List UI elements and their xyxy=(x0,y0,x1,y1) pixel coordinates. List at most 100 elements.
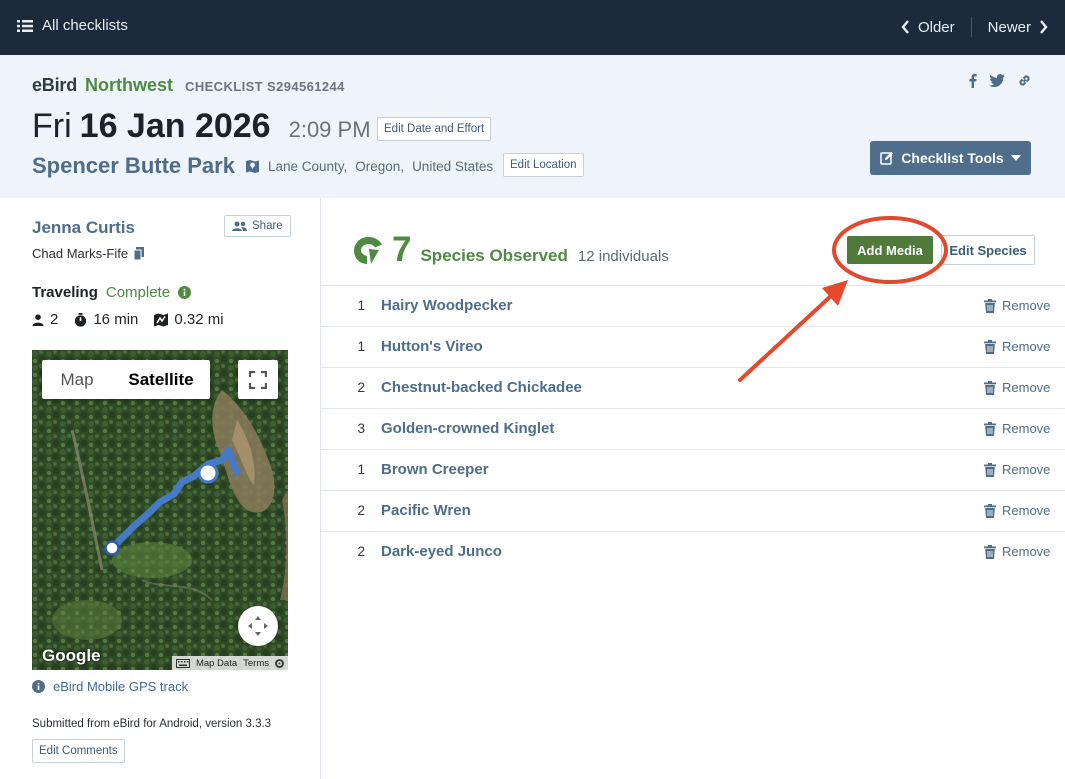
species-summary: 7 Species Observed 12 individuals xyxy=(353,230,669,270)
gps-track-info: eBird Mobile GPS track xyxy=(32,679,188,694)
ebird-logo[interactable]: eBird xyxy=(32,75,77,96)
gps-track-label[interactable]: eBird Mobile GPS track xyxy=(53,679,188,694)
checklist-pager: Older Newer xyxy=(901,17,1048,37)
twitter-icon[interactable] xyxy=(989,74,1005,87)
species-row-name[interactable]: Hairy Woodpecker xyxy=(381,297,512,314)
share-label: Share xyxy=(252,220,283,232)
chevron-left-icon xyxy=(901,20,909,34)
species-row-name[interactable]: Hutton's Vireo xyxy=(381,338,483,355)
google-logo: Google xyxy=(42,646,101,665)
observer-name[interactable]: Jenna Curtis xyxy=(32,218,135,238)
location-state[interactable]: Oregon, xyxy=(355,159,404,174)
species-row: 1 Hutton's Vireo Remove xyxy=(321,327,1065,368)
observers-stat: 2 xyxy=(32,311,58,328)
individuals-count: 12 individuals xyxy=(577,248,669,265)
map-type-map-button[interactable]: Map xyxy=(42,360,112,399)
species-row: 1 Hairy Woodpecker Remove xyxy=(321,286,1065,327)
checklist-id: CHECKLIST S294561244 xyxy=(185,79,345,94)
newer-button[interactable]: Newer xyxy=(988,19,1048,36)
checklist-time: 2:09 PM xyxy=(288,117,371,142)
remove-label: Remove xyxy=(1002,339,1051,354)
add-media-button[interactable]: Add Media xyxy=(847,236,933,264)
species-row-name[interactable]: Dark-eyed Junco xyxy=(381,543,502,560)
info-icon[interactable] xyxy=(178,286,192,299)
remove-button[interactable]: Remove xyxy=(984,380,1050,395)
older-button[interactable]: Older xyxy=(901,19,955,36)
edit-icon xyxy=(880,151,894,165)
satellite-map[interactable]: Map Satellite Google Map Data Terms xyxy=(32,350,288,670)
remove-label: Remove xyxy=(1002,421,1051,436)
species-row-name[interactable]: Brown Creeper xyxy=(381,461,489,478)
species-list: 1 Hairy Woodpecker Remove 1 Hutton's Vir… xyxy=(321,285,1065,573)
observers-count: 2 xyxy=(50,311,59,328)
duration-stat: 16 min xyxy=(74,311,138,328)
map-type-satellite-button[interactable]: Satellite xyxy=(112,360,210,399)
duration-value: 16 min xyxy=(93,311,139,328)
observer-sidebar: Jenna Curtis Share Chad Marks-Fife Trave… xyxy=(0,198,321,779)
edit-comments-button[interactable]: Edit Comments xyxy=(32,739,125,763)
remove-button[interactable]: Remove xyxy=(984,298,1050,313)
species-observed-label: Species Observed xyxy=(420,246,568,265)
fullscreen-icon xyxy=(249,370,267,389)
species-row: 2 Chestnut-backed Chickadee Remove xyxy=(321,368,1065,409)
edit-location-button[interactable]: Edit Location xyxy=(503,153,584,177)
checklist-tools-button[interactable]: Checklist Tools xyxy=(870,141,1031,175)
info-icon xyxy=(32,680,45,693)
remove-button[interactable]: Remove xyxy=(984,544,1050,559)
remove-button[interactable]: Remove xyxy=(984,503,1050,518)
location-county[interactable]: Lane County, xyxy=(268,159,347,174)
distance-value: 0.32 mi xyxy=(174,311,224,328)
map-pin-icon[interactable] xyxy=(245,159,260,174)
keyboard-icon[interactable] xyxy=(175,658,190,668)
caret-down-icon xyxy=(1010,155,1021,161)
nav-divider xyxy=(970,17,972,37)
newer-label: Newer xyxy=(987,18,1031,36)
timer-icon xyxy=(75,312,87,327)
location-country[interactable]: United States xyxy=(412,159,493,174)
trash-icon xyxy=(984,339,996,354)
share-people-icon xyxy=(232,221,247,231)
trash-icon xyxy=(984,462,996,477)
clipboard-icon[interactable] xyxy=(134,247,145,260)
species-row-count: 2 xyxy=(357,380,365,395)
trash-icon xyxy=(984,544,996,559)
trash-icon xyxy=(984,298,996,313)
list-icon xyxy=(17,19,33,32)
map-pan-control[interactable] xyxy=(238,606,278,646)
remove-label: Remove xyxy=(1002,298,1051,313)
species-row-name[interactable]: Chestnut-backed Chickadee xyxy=(381,379,582,396)
species-row-count: 1 xyxy=(357,298,365,313)
map-route-icon xyxy=(154,313,169,326)
trash-icon xyxy=(984,421,996,436)
species-row: 3 Golden-crowned Kinglet Remove xyxy=(321,409,1065,450)
link-icon[interactable] xyxy=(1017,73,1032,88)
remove-button[interactable]: Remove xyxy=(984,421,1050,436)
chevron-right-icon xyxy=(1040,20,1048,34)
facebook-icon[interactable] xyxy=(968,73,977,88)
co-observer-name: Chad Marks-Fife xyxy=(32,246,129,261)
portal-name: Northwest xyxy=(85,75,174,95)
terms-link[interactable]: Terms xyxy=(243,658,269,669)
pan-icon xyxy=(248,616,268,636)
remove-label: Remove xyxy=(1002,380,1051,395)
remove-button[interactable]: Remove xyxy=(984,462,1050,477)
remove-label: Remove xyxy=(1002,462,1051,477)
remove-button[interactable]: Remove xyxy=(984,339,1050,354)
ebird-logo-icon xyxy=(354,236,382,264)
checklist-datetime: Fri 16 Jan 2026 2:09 PM xyxy=(32,107,371,146)
share-button[interactable]: Share xyxy=(224,215,291,237)
settings-icon[interactable] xyxy=(275,658,284,668)
map-data-link[interactable]: Map Data xyxy=(196,658,237,669)
remove-label: Remove xyxy=(1002,544,1051,559)
location-name[interactable]: Spencer Butte Park xyxy=(32,153,235,179)
submitted-from: Submitted from eBird for Android, versio… xyxy=(32,718,272,730)
species-row-count: 3 xyxy=(357,421,365,436)
co-observer: Chad Marks-Fife xyxy=(32,246,145,261)
species-row-name[interactable]: Golden-crowned Kinglet xyxy=(381,420,554,437)
edit-date-button[interactable]: Edit Date and Effort xyxy=(377,117,492,141)
fullscreen-button[interactable] xyxy=(238,360,278,399)
edit-species-button[interactable]: Edit Species xyxy=(941,235,1035,265)
top-nav-bar: All checklists Older Newer xyxy=(0,0,1065,55)
all-checklists-link[interactable]: All checklists xyxy=(17,17,128,34)
species-row-name[interactable]: Pacific Wren xyxy=(381,502,471,519)
